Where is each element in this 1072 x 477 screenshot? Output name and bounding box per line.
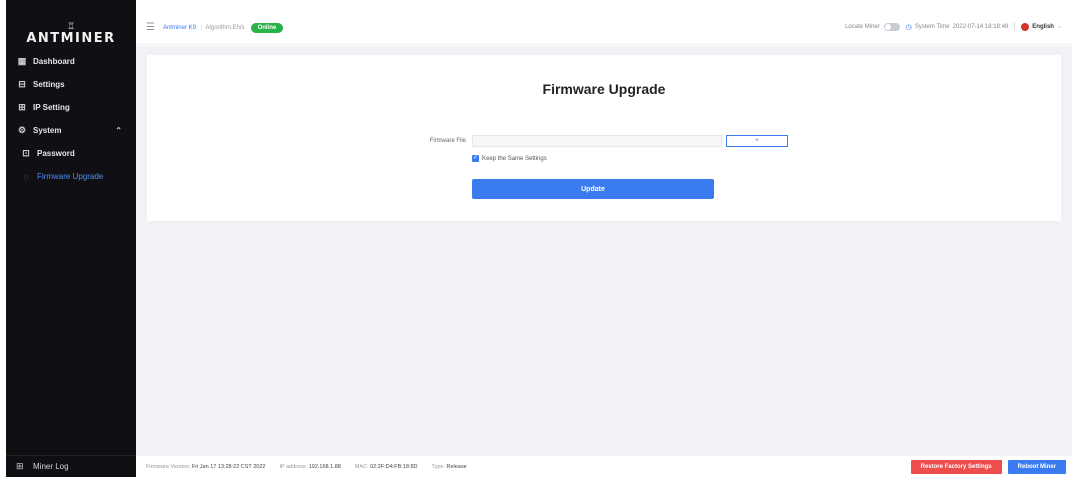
- choose-file-button[interactable]: +: [726, 135, 788, 147]
- app-root: ♖ ANTMINER ▦ Dashboard ⊟ Settings ⊞ IP S…: [0, 0, 1072, 477]
- sidebar-item-system[interactable]: ⚙ System ⌃: [6, 119, 136, 142]
- top-header: ☰ Antminer K9 | Algorithm:Eh/s Online Lo…: [136, 0, 1072, 45]
- ip-address-value: 192.168.1.88: [308, 463, 341, 470]
- sidebar-item-label: System: [33, 126, 62, 135]
- restore-factory-settings-button[interactable]: Restore Factory Settings: [910, 460, 1002, 474]
- update-button[interactable]: Update: [472, 179, 714, 199]
- dashboard-icon: ▦: [17, 56, 27, 66]
- settings-icon: ⊟: [18, 79, 26, 89]
- sidebar-item-label: Dashboard: [33, 57, 75, 66]
- firmware-version-info: Firmware Version: Fri Jan 17 13:28:22 CS…: [146, 464, 265, 470]
- plus-icon: +: [755, 138, 759, 144]
- upgrade-icon: ◌: [23, 171, 29, 182]
- algorithm-label: Algorithm:Eh/s: [205, 24, 245, 31]
- mac-label: MAC:: [354, 463, 369, 470]
- divider: |: [200, 24, 203, 31]
- mac-info: MAC: 02:2F:D4:FB:18:8D: [355, 464, 418, 470]
- locate-miner-toggle[interactable]: [883, 22, 900, 31]
- model-link[interactable]: Antminer K9: [163, 25, 196, 31]
- locate-miner-label: Locate Miner: [845, 23, 880, 30]
- footer-actions: Restore Factory Settings Reboot Miner: [910, 460, 1066, 474]
- brand-logo[interactable]: ♖ ANTMINER: [6, 0, 136, 50]
- sidebar-item-label: Password: [37, 149, 75, 158]
- sidebar-item-firmware-upgrade[interactable]: ◌ Firmware Upgrade: [6, 165, 136, 188]
- header-left: ☰ Antminer K9 | Algorithm:Eh/s Online: [146, 22, 284, 33]
- status-footer: Firmware Version: Fri Jan 17 13:28:22 CS…: [136, 455, 1072, 477]
- miner-log-label: Miner Log: [33, 462, 69, 471]
- system-time-label: System Time: [914, 23, 950, 30]
- firmware-file-input[interactable]: [472, 135, 722, 147]
- lock-icon: ⊡: [22, 148, 30, 158]
- sidebar-item-ip-setting[interactable]: ⊞ IP Setting: [6, 96, 136, 119]
- divider: [1014, 22, 1016, 31]
- language-select[interactable]: English: [1032, 24, 1054, 30]
- sidebar-item-label: Firmware Upgrade: [37, 172, 104, 181]
- firmware-file-label: Firmware File: [429, 138, 466, 144]
- sidebar-item-miner-log[interactable]: ⊞ Miner Log: [6, 455, 136, 477]
- firmware-version-label: Firmware Version:: [146, 463, 191, 470]
- sidebar-item-dashboard[interactable]: ▦ Dashboard: [6, 50, 136, 73]
- sidebar: ♖ ANTMINER ▦ Dashboard ⊟ Settings ⊞ IP S…: [6, 0, 136, 477]
- gear-icon: ⚙: [17, 125, 27, 135]
- ip-setting-icon: ⊞: [18, 102, 26, 112]
- sidebar-item-settings[interactable]: ⊟ Settings: [6, 73, 136, 96]
- keep-settings-checkbox[interactable]: ✓: [472, 155, 479, 162]
- ip-address-info: IP address: 192.168.1.88: [279, 464, 340, 470]
- firmware-version-value: Fri Jan 17 13:28:22 CST 2022: [191, 463, 266, 470]
- page-title: Firmware Upgrade: [542, 81, 666, 97]
- logo-mark-icon: ♖: [66, 21, 76, 31]
- clock-icon: ◷: [905, 23, 912, 31]
- firmware-upgrade-card: Firmware Upgrade Firmware File + ✓ Keep …: [146, 54, 1062, 222]
- sidebar-item-label: Settings: [33, 80, 65, 89]
- chevron-up-icon: ⌃: [115, 126, 122, 135]
- ip-address-label: IP address:: [279, 463, 308, 470]
- type-label: Type:: [431, 463, 445, 470]
- chevron-down-icon: ⌄: [1056, 24, 1062, 30]
- sidebar-item-password[interactable]: ⊡ Password: [6, 142, 136, 165]
- header-right: Locate Miner ◷ System Time 2022-07-14 18…: [845, 22, 1062, 31]
- firmware-file-row: Firmware File +: [402, 135, 788, 147]
- main-content: Firmware Upgrade Firmware File + ✓ Keep …: [136, 46, 1072, 455]
- logo-text: ANTMINER: [26, 31, 116, 46]
- mac-value: 02:2F:D4:FB:18:8D: [370, 463, 418, 470]
- sidebar-item-label: IP Setting: [33, 103, 70, 112]
- language-flag-icon: [1021, 22, 1030, 31]
- system-time-value: 2022-07-14 18:18:48: [952, 23, 1009, 30]
- keep-settings-row[interactable]: ✓ Keep the Same Settings: [472, 155, 547, 162]
- reboot-miner-button[interactable]: Reboot Miner: [1007, 460, 1066, 474]
- keep-settings-label: Keep the Same Settings: [482, 155, 547, 162]
- type-value: Release: [446, 463, 467, 470]
- menu-icon[interactable]: ☰: [146, 22, 155, 33]
- type-info: Type: Release: [432, 464, 467, 470]
- status-badge: Online: [250, 22, 284, 33]
- log-icon: ⊞: [16, 461, 24, 471]
